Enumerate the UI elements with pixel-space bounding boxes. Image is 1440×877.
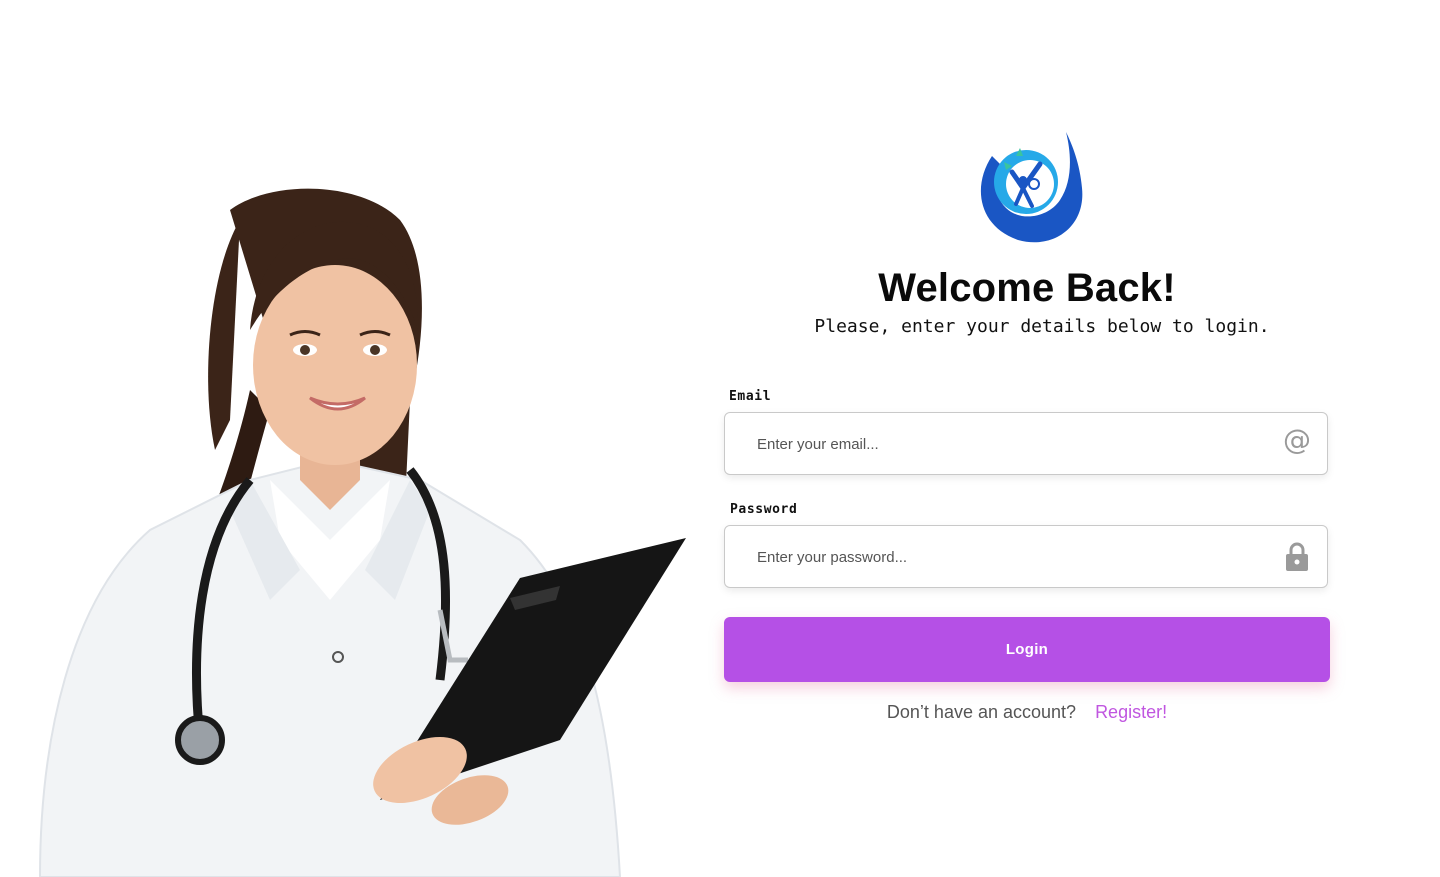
page-subtitle: Please, enter your details below to logi… (814, 316, 1270, 337)
email-input[interactable] (755, 413, 1279, 476)
email-label: Email (729, 389, 772, 404)
brand-logo (968, 126, 1086, 244)
register-question: Don’t have an account? (886, 702, 1077, 722)
page-title: Welcome Back! (878, 266, 1176, 310)
email-field-wrapper: @ (724, 412, 1328, 476)
password-input[interactable] (755, 526, 1279, 589)
login-button[interactable]: Login (724, 617, 1330, 682)
register-prompt: Don’t have an account? Register! (724, 702, 1330, 723)
hand-care-logo-icon (980, 132, 1083, 243)
password-label: Password (730, 502, 798, 517)
doctor-with-clipboard-image (38, 188, 686, 877)
at-sign-icon: @ (1283, 423, 1311, 456)
password-field-wrapper (724, 525, 1328, 589)
doctor-illustration (0, 180, 700, 877)
register-link[interactable]: Register! (1095, 702, 1167, 722)
lock-icon (1286, 542, 1308, 571)
